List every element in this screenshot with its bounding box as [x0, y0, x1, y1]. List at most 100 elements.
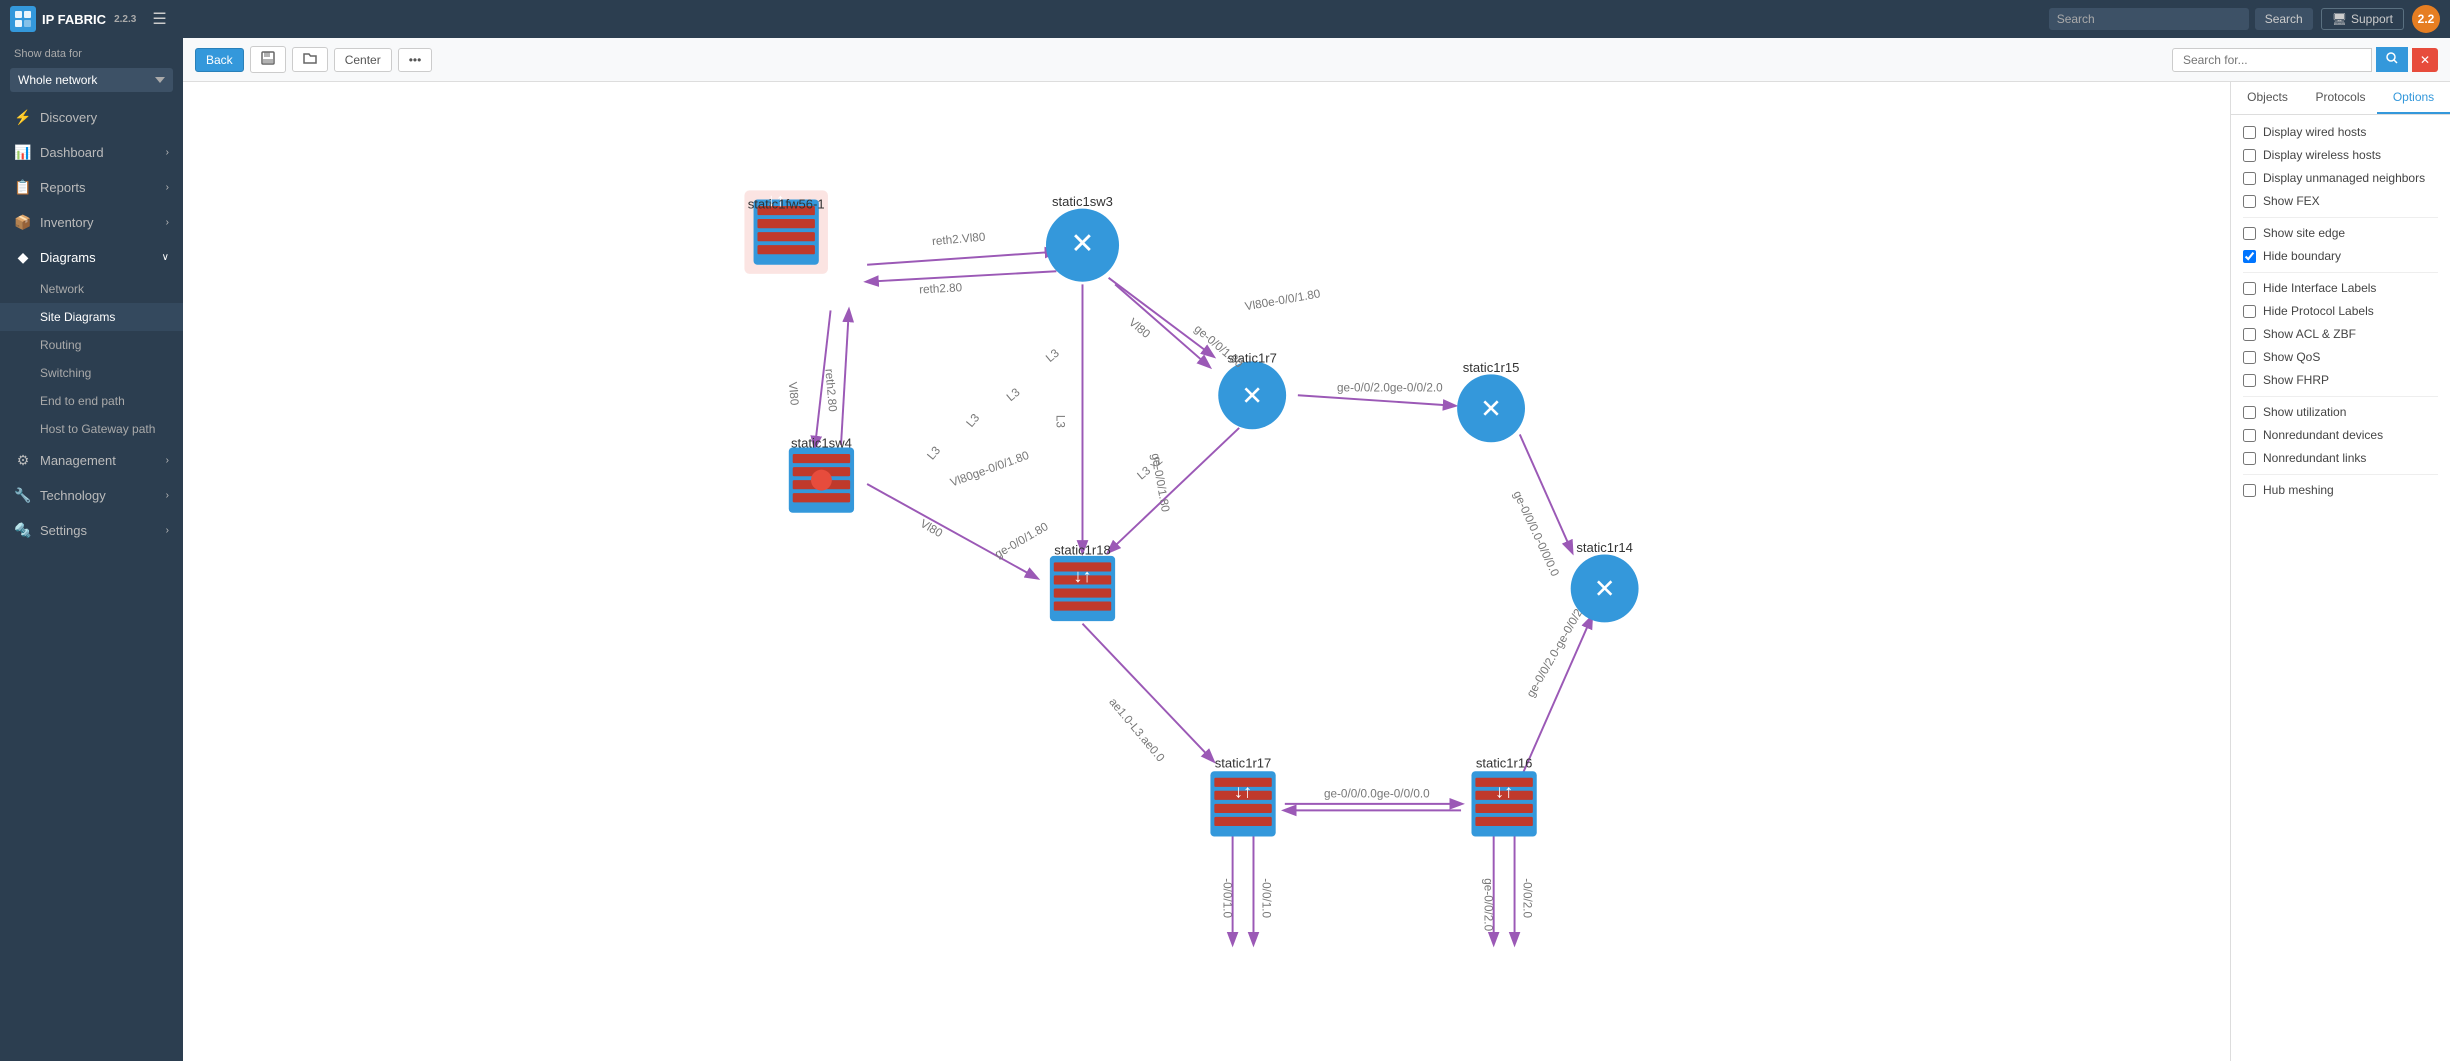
options-panel: Objects Protocols Options Display wired … — [2230, 82, 2450, 1061]
option-row-show-site-edge: Show site edge — [2243, 226, 2438, 240]
sidebar-item-inventory[interactable]: 📦 Inventory › — [0, 205, 183, 240]
node-r17[interactable]: ↓↑ — [1210, 771, 1275, 836]
node-r15[interactable]: ✕ — [1457, 374, 1525, 442]
sidebar-sub-item-routing[interactable]: Routing — [0, 331, 183, 359]
node-r16[interactable]: ↓↑ — [1471, 771, 1536, 836]
nonredundant-links-checkbox[interactable] — [2243, 452, 2256, 465]
tab-objects[interactable]: Objects — [2231, 82, 2304, 114]
folder-button[interactable] — [292, 47, 328, 72]
more-button[interactable]: ••• — [398, 48, 433, 72]
diagrams-icon: ◆ — [14, 249, 32, 266]
sidebar-item-label: Inventory — [40, 215, 93, 230]
show-utilization-checkbox[interactable] — [2243, 406, 2256, 419]
sidebar-sub-item-host-to-gateway[interactable]: Host to Gateway path — [0, 415, 183, 443]
hamburger-icon[interactable]: ☰ — [152, 9, 166, 29]
option-row-show-fhrp: Show FHRP — [2243, 373, 2438, 387]
header-search-button[interactable]: Search — [2255, 8, 2313, 30]
hide-boundary-label: Hide boundary — [2263, 249, 2341, 263]
logo-area: IP FABRIC 2.2.3 — [10, 6, 136, 32]
option-row-display-wired-hosts: Display wired hosts — [2243, 125, 2438, 139]
edge-fw56-sw3 — [867, 252, 1056, 265]
display-unmanaged-label: Display unmanaged neighbors — [2263, 171, 2425, 185]
edge-label: -0/0/1.0 — [1220, 878, 1233, 918]
node-sw4[interactable] — [789, 447, 854, 512]
diagram-search-clear-button[interactable]: ✕ — [2412, 48, 2438, 72]
option-row-show-utilization: Show utilization — [2243, 405, 2438, 419]
edge-label: ge-0/0/2.0ge-0/0/2.0 — [1337, 381, 1443, 394]
show-fhrp-checkbox[interactable] — [2243, 374, 2256, 387]
diagram-toolbar: Back Center ••• ✕ — [183, 38, 2450, 82]
back-button[interactable]: Back — [195, 48, 244, 72]
sidebar-sub-item-end-to-end[interactable]: End to end path — [0, 387, 183, 415]
sidebar-item-reports[interactable]: 📋 Reports › — [0, 170, 183, 205]
chevron-down-icon: ∨ — [162, 252, 169, 263]
sidebar-item-dashboard[interactable]: 📊 Dashboard › — [0, 135, 183, 170]
sidebar-item-technology[interactable]: 🔧 Technology › — [0, 478, 183, 513]
edge-r7-r18 — [1109, 428, 1240, 552]
edge-label: Vl80e-0/0/1.80 — [1244, 287, 1322, 313]
save-button[interactable] — [250, 46, 286, 73]
hide-interface-labels-checkbox[interactable] — [2243, 282, 2256, 295]
diagram-search-button[interactable] — [2376, 47, 2408, 72]
show-qos-checkbox[interactable] — [2243, 351, 2256, 364]
hide-protocol-labels-label: Hide Protocol Labels — [2263, 304, 2374, 318]
show-acl-zbf-checkbox[interactable] — [2243, 328, 2256, 341]
app-name: IP FABRIC — [42, 12, 106, 27]
support-button[interactable]: 🖥 Support — [2321, 8, 2404, 30]
option-row-hide-protocol-labels: Hide Protocol Labels — [2243, 304, 2438, 318]
chevron-right-icon: › — [166, 455, 169, 466]
sidebar-item-management[interactable]: ⚙ Management › — [0, 443, 183, 478]
sub-item-label: Switching — [40, 366, 91, 380]
edge-label: ae1.0-L3.ae0.0 — [1106, 696, 1167, 765]
sidebar-sub-item-site-diagrams[interactable]: Site Diagrams — [0, 303, 183, 331]
node-r7[interactable]: ✕ — [1218, 361, 1286, 429]
hide-protocol-labels-checkbox[interactable] — [2243, 305, 2256, 318]
hub-meshing-checkbox[interactable] — [2243, 484, 2256, 497]
svg-text:✕: ✕ — [1594, 574, 1616, 604]
show-fex-checkbox[interactable] — [2243, 195, 2256, 208]
user-avatar[interactable]: 2.2 — [2412, 5, 2440, 33]
sub-item-label: End to end path — [40, 394, 125, 408]
tab-protocols[interactable]: Protocols — [2304, 82, 2377, 114]
chevron-right-icon: › — [166, 217, 169, 228]
sidebar-item-diagrams[interactable]: ◆ Diagrams ∨ — [0, 240, 183, 275]
sidebar-sub-item-network[interactable]: Network — [0, 275, 183, 303]
diagram-search-input[interactable] — [2172, 48, 2372, 72]
center-button[interactable]: Center — [334, 48, 392, 72]
node-r18[interactable]: ↓↑ — [1050, 556, 1115, 621]
chevron-right-icon: › — [166, 182, 169, 193]
edge-label: reth2.80 — [919, 281, 963, 296]
options-tabs: Objects Protocols Options — [2231, 82, 2450, 115]
node-label-sw4: static1sw4 — [791, 435, 852, 450]
sidebar-item-discovery[interactable]: ⚡ Discovery — [0, 100, 183, 135]
edge-sw3-r7 — [1109, 278, 1213, 356]
nonredundant-devices-checkbox[interactable] — [2243, 429, 2256, 442]
display-wired-hosts-checkbox[interactable] — [2243, 126, 2256, 139]
show-site-edge-checkbox[interactable] — [2243, 227, 2256, 240]
show-qos-label: Show QoS — [2263, 350, 2320, 364]
sidebar-item-settings[interactable]: 🔩 Settings › — [0, 513, 183, 548]
display-wireless-hosts-checkbox[interactable] — [2243, 149, 2256, 162]
node-sw3[interactable]: ✕ — [1046, 209, 1119, 282]
edge-label: Vl80ge-0/0/1.80 — [949, 449, 1032, 490]
sidebar-sub-item-switching[interactable]: Switching — [0, 359, 183, 387]
divider-2 — [2243, 272, 2438, 273]
inventory-icon: 📦 — [14, 214, 32, 231]
hide-boundary-checkbox[interactable] — [2243, 250, 2256, 263]
dashboard-icon: 📊 — [14, 144, 32, 161]
display-wireless-hosts-label: Display wireless hosts — [2263, 148, 2381, 162]
tab-options[interactable]: Options — [2377, 82, 2450, 114]
header-search-input[interactable] — [2049, 8, 2249, 30]
logo-icon — [10, 6, 36, 32]
edge-label: -0/0/2.0 — [1521, 878, 1534, 918]
option-row-show-fex: Show FEX — [2243, 194, 2438, 208]
node-r14[interactable]: ✕ — [1571, 555, 1639, 623]
svg-text:↓↑: ↓↑ — [1495, 780, 1513, 801]
display-unmanaged-checkbox[interactable] — [2243, 172, 2256, 185]
network-dropdown[interactable]: Whole network — [10, 68, 173, 92]
sub-item-label: Routing — [40, 338, 81, 352]
options-content: Display wired hosts Display wireless hos… — [2231, 115, 2450, 1061]
support-icon: 🖥 — [2332, 12, 2347, 26]
technology-icon: 🔧 — [14, 487, 32, 504]
diagram-canvas[interactable]: reth2.Vl80 reth2.80 Vl80 reth2.80 Vl80 — [183, 82, 2230, 1061]
